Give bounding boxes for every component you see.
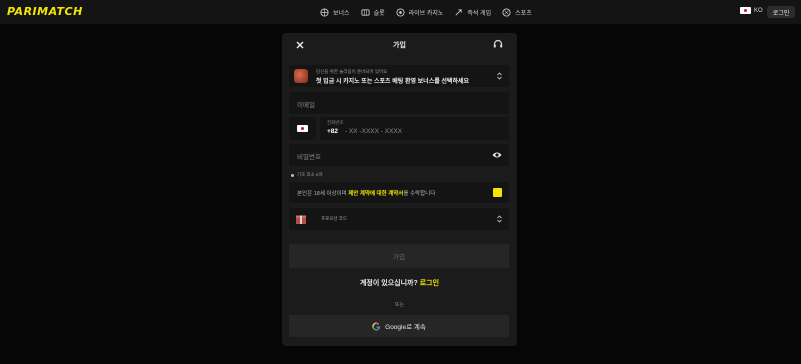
language-selector[interactable]: KO <box>740 7 763 14</box>
email-placeholder: 이메일 <box>297 102 315 109</box>
have-account-text: 계정이 있으십니까? 로그인 <box>282 278 517 288</box>
chevron-updown-icon[interactable] <box>496 214 503 224</box>
phone-label: 전화번호 <box>327 120 344 125</box>
language-code: KO <box>754 7 763 14</box>
bonus-label: 첫 입금 시 카지노 또는 스포츠 베팅 환영 보너스를 선택하세요 <box>316 79 470 85</box>
bonus-selector[interactable]: 당신을 위한 놀라움이 준비되어 있어요 첫 입금 시 카지노 또는 스포츠 베… <box>289 65 509 87</box>
top-bar: PARIMATCH 보너스 슬롯 라이브 카지노 즉석 게임 스포츠 KO 로그… <box>0 0 801 24</box>
password-field[interactable]: 비밀번호 <box>289 144 509 166</box>
korea-flag-icon <box>740 7 751 14</box>
nav-item-bonus[interactable]: 보너스 <box>320 7 350 17</box>
terms-suffix: 를 수락합니다 <box>403 191 436 197</box>
bonus-image <box>294 69 308 83</box>
terms-checkbox[interactable] <box>493 188 502 197</box>
terms-link[interactable]: 제안 계약에 대한 계약서 <box>348 191 403 197</box>
bullet-icon <box>291 173 294 177</box>
google-button-label: Google로 계속 <box>385 324 426 331</box>
header-login-button[interactable]: 로그인 <box>767 6 795 18</box>
korea-flag-icon <box>297 125 308 132</box>
password-hint: 기호 최소 6자 <box>291 172 323 178</box>
or-divider: 또는 <box>394 302 405 308</box>
country-selector[interactable] <box>289 117 316 140</box>
phone-row: 전화번호 +82 - XX -XXXX - XXXX <box>289 117 509 140</box>
phone-field[interactable]: 전화번호 +82 - XX -XXXX - XXXX <box>320 117 509 140</box>
nav-label: 슬롯 <box>373 10 385 17</box>
modal-title: 가입 <box>393 42 406 49</box>
gift-icon <box>320 7 329 17</box>
rocket-icon <box>455 8 463 16</box>
password-placeholder: 비밀번호 <box>297 154 321 161</box>
bonus-subtitle: 당신을 위한 놀라움이 준비되어 있어요 <box>316 69 388 74</box>
have-account-label: 계정이 있으십니까? <box>359 280 418 287</box>
nav-label: 즉석 게임 <box>467 10 492 17</box>
signup-modal: 가입 당신을 위한 놀라움이 준비되어 있어요 첫 입금 시 카지노 또는 스포… <box>282 33 517 346</box>
promo-gift-icon <box>296 215 306 224</box>
nav-item-sports[interactable]: 스포츠 <box>502 7 532 17</box>
nav-item-live-casino[interactable]: 라이브 카지노 <box>396 7 444 17</box>
eye-icon[interactable] <box>492 151 502 159</box>
main-nav: 보너스 슬롯 라이브 카지노 즉석 게임 스포츠 <box>320 0 532 24</box>
ball-icon <box>502 7 511 17</box>
nav-label: 스포츠 <box>515 10 532 17</box>
parimatch-logo[interactable]: PARIMATCH <box>7 5 83 18</box>
nav-label: 보너스 <box>333 10 350 17</box>
login-link[interactable]: 로그인 <box>420 280 439 287</box>
slot-icon <box>361 8 370 16</box>
support-headset-icon[interactable] <box>492 38 504 50</box>
promo-label: 프로모션 코드 <box>321 216 348 221</box>
nav-item-instant-games[interactable]: 즉석 게임 <box>454 8 491 17</box>
modal-header: 가입 <box>282 33 517 57</box>
email-field[interactable]: 이메일 <box>289 92 509 114</box>
terms-prefix: 본인은 18세 이상이며 <box>297 191 349 197</box>
signup-submit-button[interactable]: 가입 <box>289 244 509 268</box>
google-icon <box>372 322 381 330</box>
terms-text: 본인은 18세 이상이며 제안 계약에 대한 계약서를 수락합니다 <box>297 189 435 197</box>
google-signin-button[interactable]: Google로 계속 <box>289 315 509 337</box>
phone-country-code: +82 <box>327 128 339 135</box>
live-casino-icon <box>396 7 405 17</box>
nav-label: 라이브 카지노 <box>408 10 444 17</box>
chevron-updown-icon[interactable] <box>496 71 503 81</box>
nav-item-slots[interactable]: 슬롯 <box>361 8 385 17</box>
promo-code-selector[interactable]: 프로모션 코드 <box>289 208 509 230</box>
password-hint-text: 기호 최소 6자 <box>297 172 323 177</box>
terms-row: 본인은 18세 이상이며 제안 계약에 대한 계약서를 수락합니다 <box>289 182 509 203</box>
phone-placeholder: - XX -XXXX - XXXX <box>345 128 403 135</box>
